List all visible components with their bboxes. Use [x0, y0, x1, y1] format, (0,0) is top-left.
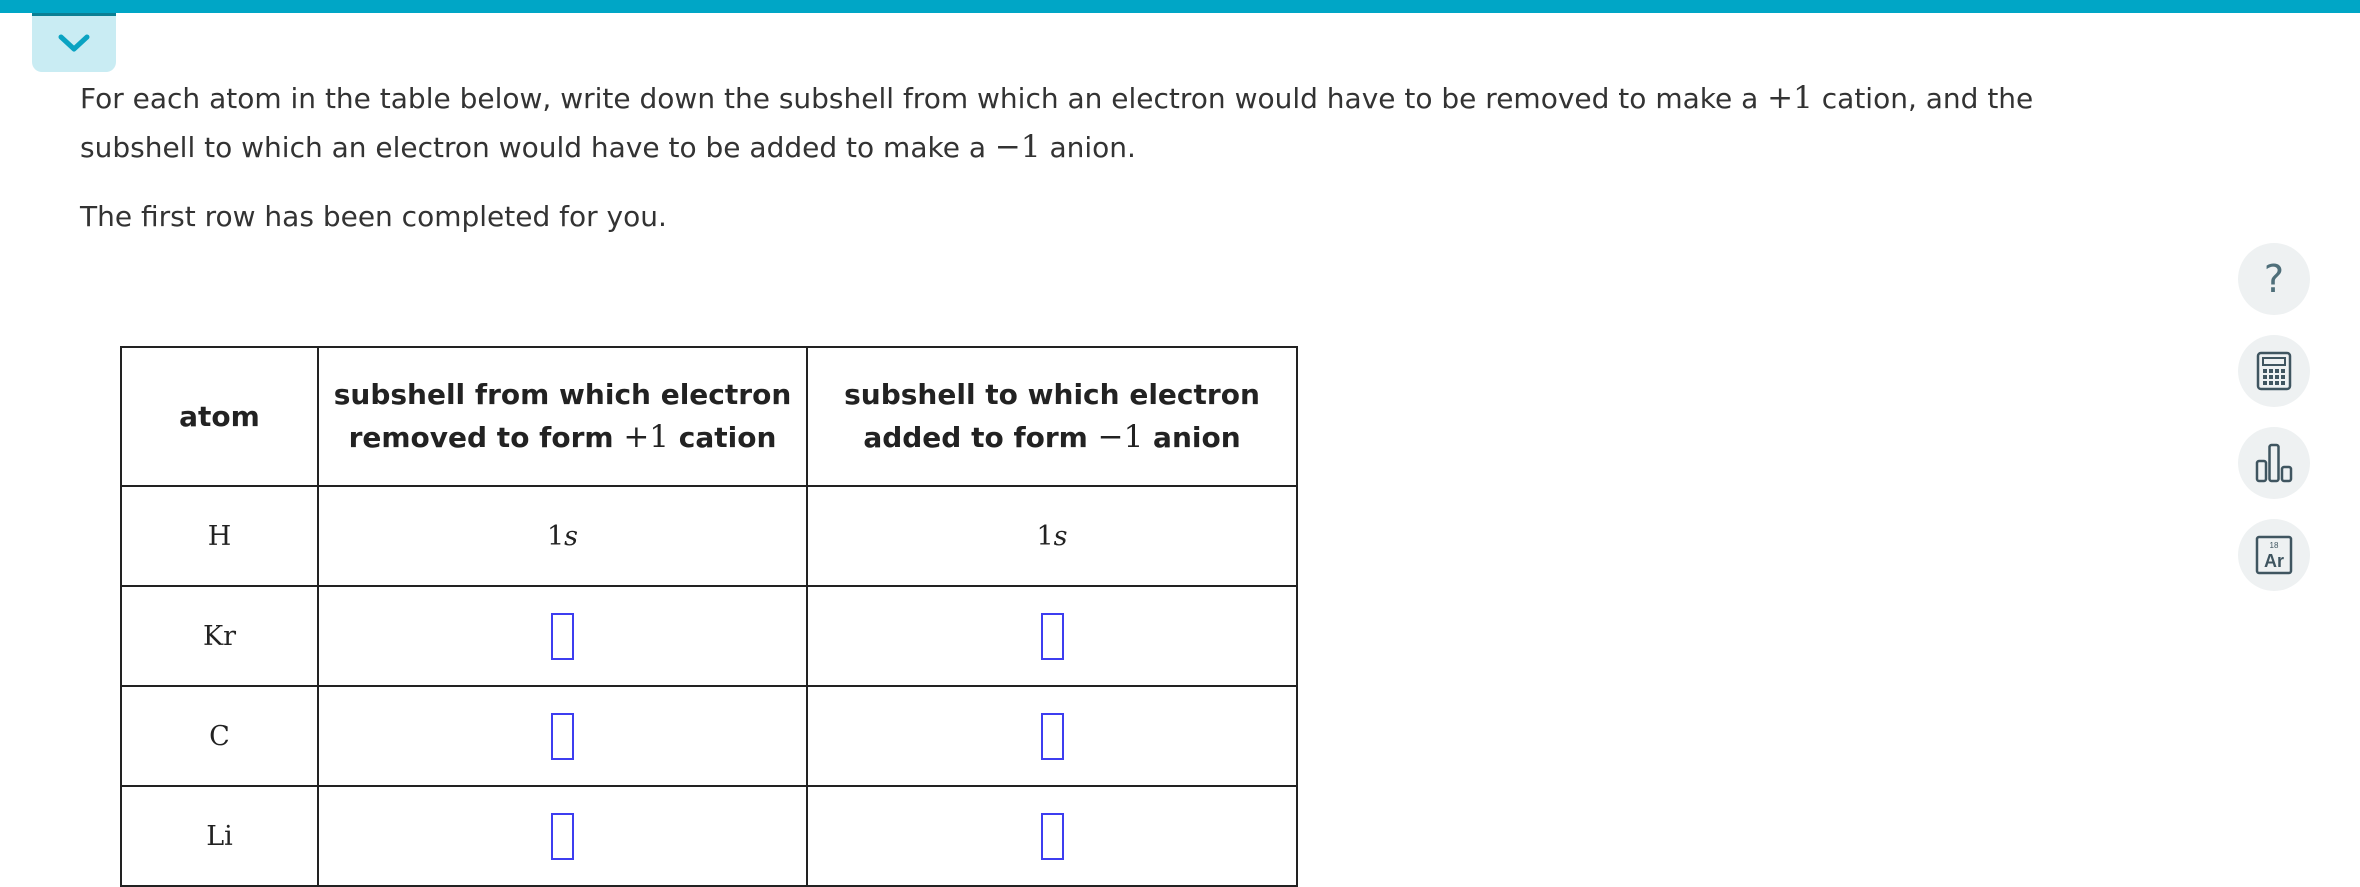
calculator-button[interactable] — [2238, 335, 2310, 407]
added-subshell-cell — [806, 585, 1298, 687]
removed-subshell-input[interactable] — [551, 812, 574, 860]
added-subshell-number: 1 — [1036, 520, 1054, 552]
calculator-icon — [2256, 351, 2292, 391]
table-row-kr: Kr — [120, 585, 1298, 687]
element-symbol: Ar — [2264, 551, 2284, 571]
table-row-h: H 1s 1s — [120, 485, 1298, 587]
header-atom: atom — [120, 346, 319, 487]
removed-subshell-number: 1 — [546, 520, 565, 552]
atom-cell: C — [120, 685, 319, 787]
minus-one-charge: −1 — [994, 129, 1041, 165]
instructions-text-3: anion. — [1040, 131, 1136, 164]
header-removed: subshell from which electron removed to … — [317, 346, 808, 487]
added-subshell-input[interactable] — [1040, 612, 1064, 660]
table-row-li: Li — [120, 785, 1298, 887]
side-toolbar: ? 18 Ar — [2238, 243, 2310, 611]
plus-one-charge: +1 — [1767, 80, 1813, 116]
data-chart-button[interactable] — [2238, 427, 2310, 499]
atom-cell: H — [120, 485, 319, 587]
header-added-suffix: anion — [1143, 421, 1241, 454]
removed-subshell-letter: s — [564, 520, 579, 552]
removed-subshell-value: 1s — [317, 485, 808, 587]
periodic-table-button[interactable]: 18 Ar — [2238, 519, 2310, 591]
removed-subshell-cell — [317, 585, 808, 687]
bar-chart-icon — [2255, 443, 2293, 483]
help-button[interactable]: ? — [2238, 243, 2310, 315]
atom-cell: Kr — [120, 585, 319, 687]
header-added: subshell to which electron added to form… — [806, 346, 1298, 487]
top-accent-bar — [0, 0, 2360, 13]
chevron-down-icon — [58, 34, 90, 51]
instructions-paragraph: For each atom in the table below, write … — [80, 74, 2100, 172]
instructions-text-1: For each atom in the table below, write … — [80, 82, 1768, 115]
header-removed-charge: +1 — [623, 419, 670, 455]
added-subshell-cell — [806, 685, 1298, 787]
removed-subshell-input[interactable] — [551, 612, 574, 660]
added-subshell-input[interactable] — [1040, 712, 1064, 760]
question-mark-icon: ? — [2263, 257, 2285, 301]
subshell-table: atom subshell from which electron remove… — [120, 346, 1298, 887]
added-subshell-value: 1s — [806, 485, 1298, 587]
header-removed-suffix: cation — [669, 421, 777, 454]
removed-subshell-cell — [317, 685, 808, 787]
atom-cell: Li — [120, 785, 319, 887]
collapse-toggle-button[interactable] — [32, 13, 116, 72]
added-subshell-cell — [806, 785, 1298, 887]
removed-subshell-cell — [317, 785, 808, 887]
added-subshell-letter: s — [1053, 520, 1068, 552]
header-added-charge: −1 — [1097, 419, 1144, 455]
table-row-c: C — [120, 685, 1298, 787]
added-subshell-input[interactable] — [1040, 812, 1064, 860]
question-prompt: For each atom in the table below, write … — [80, 74, 2100, 241]
completed-note: The first row has been completed for you… — [80, 200, 667, 233]
removed-subshell-input[interactable] — [551, 712, 574, 760]
table-header-row: atom subshell from which electron remove… — [120, 346, 1298, 487]
periodic-table-icon: 18 Ar — [2255, 535, 2293, 575]
element-number: 18 — [2270, 541, 2279, 550]
